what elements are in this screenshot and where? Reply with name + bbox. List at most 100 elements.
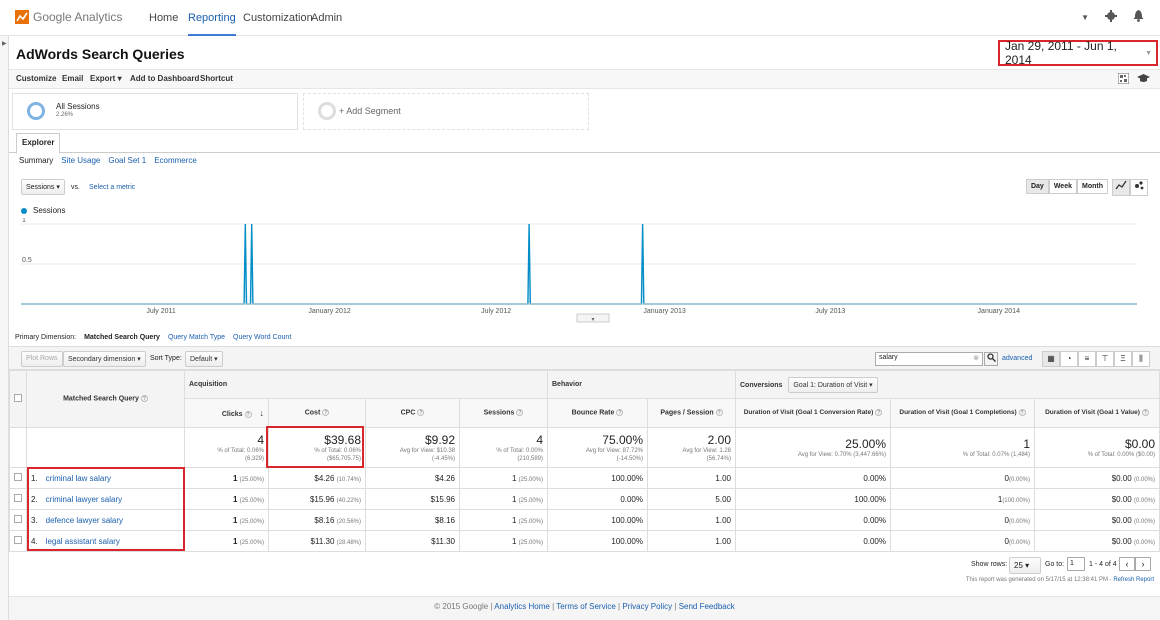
total-value: 2.00: [707, 432, 731, 447]
sessions-value: 1: [511, 536, 517, 546]
clicks-percent: (25.00%): [239, 539, 264, 546]
goto-page-input[interactable]: 1: [1067, 557, 1085, 571]
subtab-summary[interactable]: Summary: [19, 156, 53, 165]
clear-search-icon[interactable]: ⊗: [973, 354, 979, 362]
nav-reporting[interactable]: Reporting: [188, 12, 236, 36]
date-range-picker[interactable]: Jan 29, 2011 - Jun 1, 2014 ▼: [998, 39, 1158, 67]
dimension-query-word-count[interactable]: Query Word Count: [233, 334, 291, 341]
term-cloud-view-icon[interactable]: Ξ: [1114, 351, 1132, 367]
granularity-month-button[interactable]: Month: [1077, 179, 1108, 194]
help-icon[interactable]: ?: [417, 409, 425, 417]
search-button[interactable]: [984, 352, 998, 366]
select-all-checkbox[interactable]: [14, 394, 22, 402]
col-goal1-completions[interactable]: Duration of Visit (Goal 1 Completions)?: [890, 398, 1035, 428]
help-icon[interactable]: ?: [140, 395, 148, 403]
help-icon[interactable]: ?: [516, 409, 524, 417]
row-checkbox[interactable]: [14, 536, 22, 544]
next-page-button[interactable]: ›: [1135, 557, 1151, 571]
select-all-cell: [9, 370, 27, 428]
select-metric-link[interactable]: Select a metric: [89, 184, 135, 191]
subtab-ecommerce[interactable]: Ecommerce: [154, 156, 197, 165]
help-icon[interactable]: ?: [244, 410, 252, 418]
email-button[interactable]: Email: [62, 74, 83, 83]
sessions-percent: (25.00%): [518, 497, 543, 504]
tab-explorer[interactable]: Explorer: [16, 133, 61, 154]
motion-chart-icon[interactable]: [1130, 179, 1148, 196]
pivot-view-icon[interactable]: ⫼: [1132, 351, 1150, 367]
granularity-week-button[interactable]: Week: [1048, 179, 1077, 194]
col-cost[interactable]: Cost?: [268, 398, 366, 428]
granularity-day-button[interactable]: Day: [1025, 179, 1049, 194]
sessions-chart: 1 0.5 July 2011 January 2012 July 2012 Januar…: [21, 218, 1137, 323]
account-dropdown-icon[interactable]: ▼: [1081, 13, 1089, 22]
help-icon[interactable]: ?: [1018, 409, 1026, 417]
nav-admin[interactable]: Admin: [311, 12, 342, 24]
help-icon[interactable]: ?: [616, 409, 624, 417]
footer-terms[interactable]: Terms of Service: [556, 602, 616, 611]
secondary-dimension-select[interactable]: Secondary dimension ▾: [63, 351, 146, 367]
gear-icon[interactable]: [1105, 10, 1117, 25]
footer-privacy[interactable]: Privacy Policy: [622, 602, 672, 611]
qr-icon[interactable]: [1117, 72, 1130, 87]
metric-select[interactable]: Sessions ▾: [21, 179, 65, 195]
chart-metric-controls: Sessions ▾ vs. Select a metric: [21, 179, 135, 195]
comparison-view-icon[interactable]: ⊤: [1096, 351, 1114, 367]
plot-rows-button[interactable]: Plot Rows: [21, 351, 63, 367]
total-sub: (56.74%): [706, 455, 731, 462]
help-icon[interactable]: ?: [1141, 409, 1149, 417]
row-checkbox[interactable]: [14, 473, 22, 481]
add-to-dashboard-button[interactable]: Add to Dashboard: [130, 74, 199, 83]
notifications-bell-icon[interactable]: [1133, 10, 1144, 25]
col-sessions[interactable]: Sessions?: [459, 398, 548, 428]
footer-analytics-home[interactable]: Analytics Home: [494, 602, 550, 611]
add-segment-button[interactable]: + Add Segment: [303, 93, 589, 130]
col-clicks[interactable]: Clicks? ↓: [184, 398, 269, 428]
col-bounce-rate[interactable]: Bounce Rate?: [547, 398, 648, 428]
prev-page-button[interactable]: ‹: [1119, 557, 1135, 571]
col-goal1-conversion-rate[interactable]: Duration of Visit (Goal 1 Conversion Rat…: [735, 398, 891, 428]
sidebar-toggle[interactable]: ▶: [0, 36, 9, 620]
refresh-report-link[interactable]: Refresh Report: [1113, 577, 1154, 583]
conversion-rate-cell: 0.00%: [735, 509, 891, 531]
data-table-view-icon[interactable]: ▦: [1042, 351, 1060, 367]
subtab-site-usage[interactable]: Site Usage: [61, 156, 100, 165]
nav-home[interactable]: Home: [149, 12, 178, 24]
performance-view-icon[interactable]: ≡: [1078, 351, 1096, 367]
help-icon[interactable]: ?: [322, 409, 330, 417]
sort-type-select[interactable]: Default ▾: [185, 351, 223, 367]
nav-customization[interactable]: Customization: [243, 12, 313, 24]
cost-percent: (10.74%): [336, 476, 361, 483]
col-pages-session[interactable]: Pages / Session?: [647, 398, 736, 428]
table-search-input[interactable]: salary ⊗: [875, 352, 983, 366]
footer-feedback[interactable]: Send Feedback: [679, 602, 735, 611]
shortcut-button[interactable]: Shortcut: [200, 74, 233, 83]
cost-percent: (20.56%): [336, 518, 361, 525]
goal-select[interactable]: Goal 1: Duration of Visit ▾: [788, 376, 878, 393]
sessions-cell: 1 (25.00%): [459, 467, 548, 489]
segment-all-sessions[interactable]: All Sessions 2.26%: [12, 93, 298, 130]
total-sub: Avg for View: 0.70% (3,447.66%): [797, 451, 886, 458]
row-checkbox[interactable]: [14, 515, 22, 523]
customize-button[interactable]: Customize: [16, 74, 56, 83]
rows-per-page-select[interactable]: 25 ▾: [1009, 557, 1041, 574]
dimension-query-match-type[interactable]: Query Match Type: [168, 334, 225, 341]
dimension-matched-search-query[interactable]: Matched Search Query: [84, 334, 160, 341]
col-cpc[interactable]: CPC?: [365, 398, 460, 428]
export-button[interactable]: Export ▾: [90, 74, 122, 83]
google-analytics-logo[interactable]: Google Analytics: [15, 10, 122, 24]
generated-notice: This report was generated on 5/17/15 at …: [966, 577, 1154, 583]
col-cr-label: Duration of Visit (Goal 1 Conversion Rat…: [743, 409, 874, 417]
pie-view-icon[interactable]: ◔: [1060, 351, 1078, 367]
col-goal1-value[interactable]: Duration of Visit (Goal 1 Value)?: [1034, 398, 1160, 428]
help-icon[interactable]: ?: [715, 409, 723, 417]
col-matched-search-query[interactable]: Matched Search Query?: [26, 370, 185, 428]
goal-select-value: Goal 1: Duration of Visit: [793, 381, 868, 389]
cost-value: $15.96: [309, 494, 335, 504]
subtab-goal-set-1[interactable]: Goal Set 1: [108, 156, 146, 165]
line-chart-icon[interactable]: [1112, 179, 1130, 196]
analytics-logo-icon: [15, 10, 29, 24]
row-checkbox[interactable]: [14, 494, 22, 502]
help-icon[interactable]: ?: [875, 409, 883, 417]
education-cap-icon[interactable]: [1137, 73, 1150, 87]
advanced-filter-link[interactable]: advanced: [1002, 355, 1032, 362]
